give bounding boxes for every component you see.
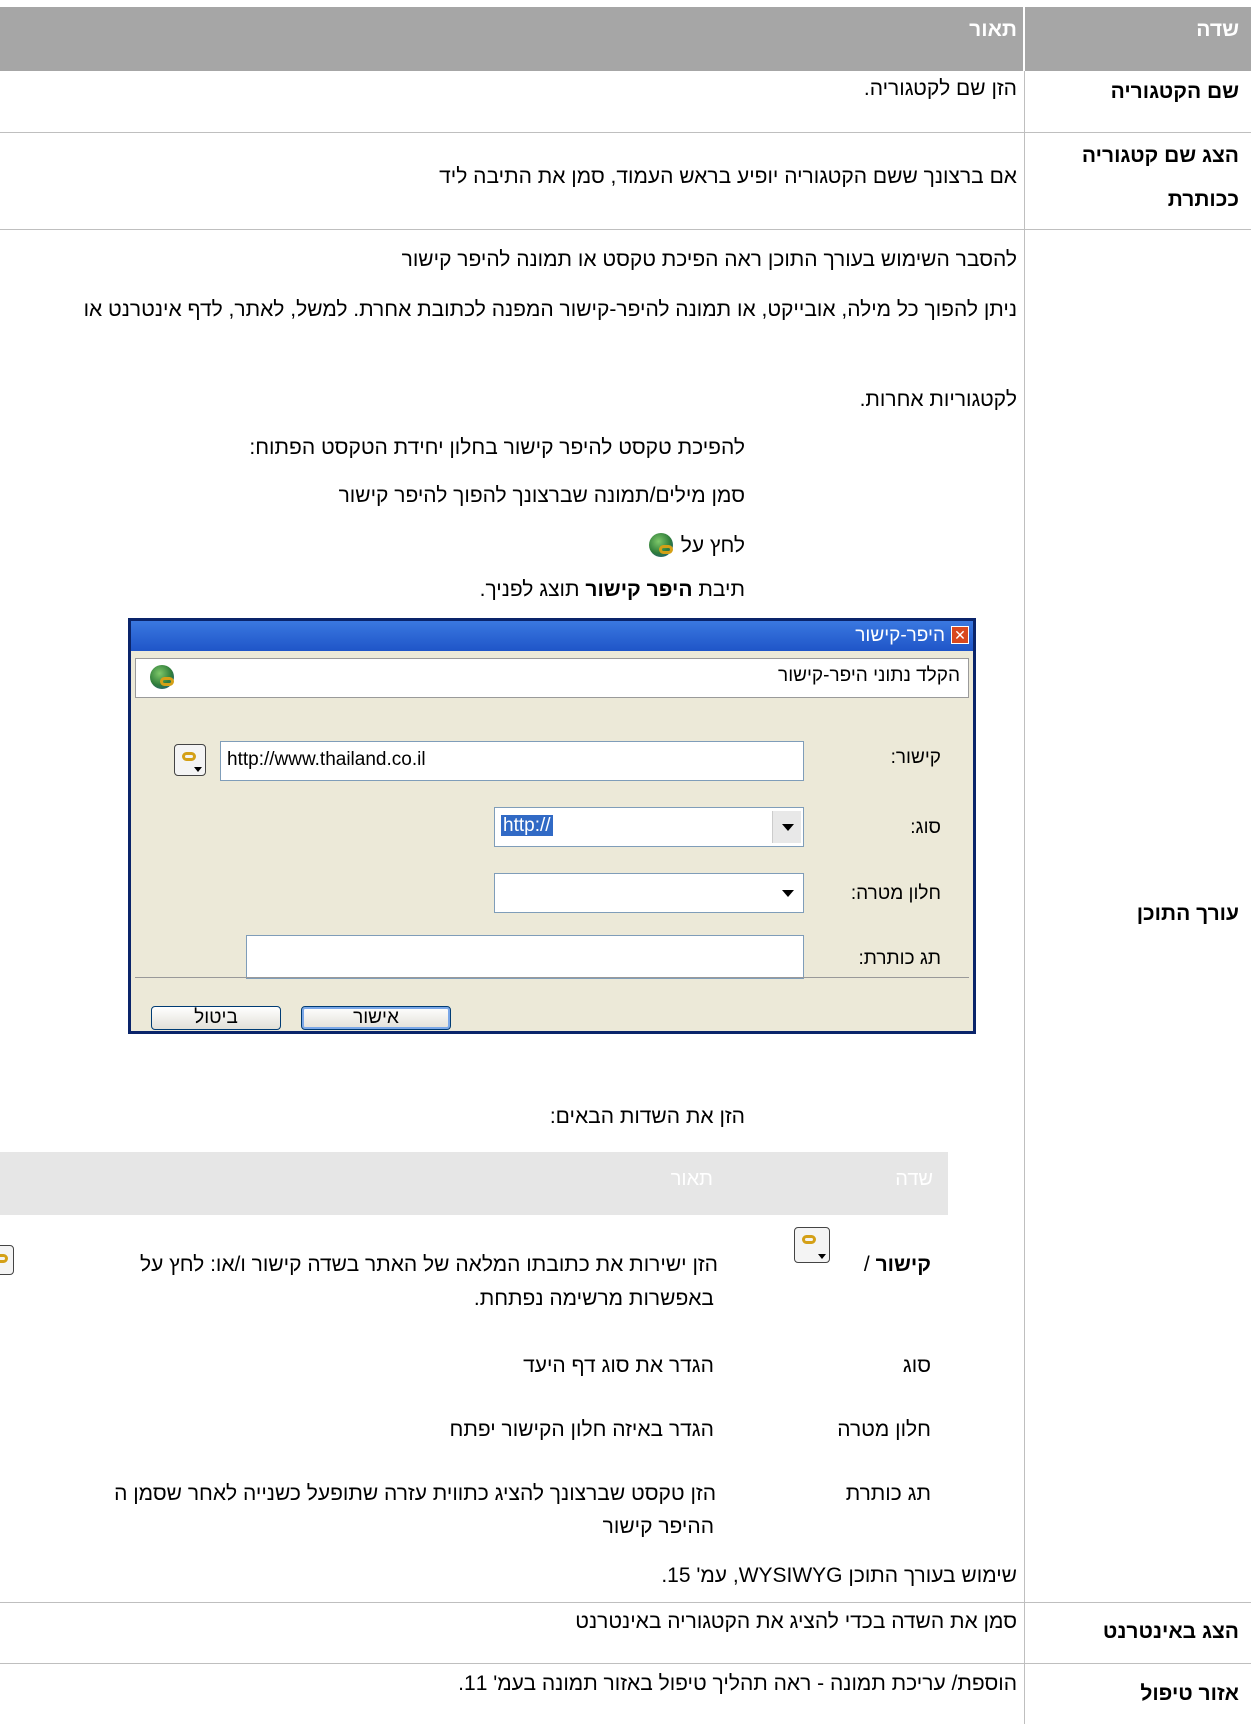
header-field: שדה — [1196, 18, 1239, 41]
row-label-content-editor: עורך התוכן — [1136, 902, 1239, 925]
dialog-subtitle: הקלד נתוני היפר-קישור — [778, 665, 960, 686]
type-select[interactable]: http:// — [494, 807, 804, 847]
row-desc-handling-area: הוספת/ עריכת תמונה - ראה תהליך טיפול באז… — [458, 1672, 1017, 1695]
editor-step3-pre: תיבת — [698, 578, 745, 601]
dialog-separator — [135, 977, 969, 978]
table-header: תאור — [0, 7, 1023, 71]
row-desc-category-name: הזן שם לקטגוריה. — [863, 77, 1017, 100]
hyperlink-globe-icon — [648, 533, 675, 559]
row-divider — [0, 229, 1251, 230]
tooltip-input[interactable] — [246, 935, 804, 979]
subtable-field-tooltip: תג כותרת — [845, 1482, 931, 1505]
editor-reference: שימוש בעורך התוכן WYSIWYG, עמ' 15. — [661, 1564, 1017, 1587]
editor-step3-post: תוצג לפניך. — [479, 578, 580, 601]
dialog-subheader: הקלד נתוני היפר-קישור — [135, 658, 969, 698]
editor-fields-intro: הזן את השדות הבאים: — [549, 1105, 745, 1128]
subtable-header-description: תאור — [670, 1168, 713, 1190]
chevron-down-icon — [194, 767, 202, 772]
target-label: חלון מטרה: — [850, 883, 941, 904]
editor-step3-bold: היפר קישור — [585, 578, 693, 601]
target-select[interactable] — [494, 873, 804, 913]
subtable-header: שדה תאור — [0, 1152, 948, 1215]
subtable-field-link: קישור / — [864, 1249, 931, 1281]
table-header-field-cell: שדה — [1025, 7, 1251, 71]
subtable-desc-type: הגדר את סוג דף היעד — [523, 1354, 714, 1377]
hyperlink-dialog: ✕ היפר-קישור הקלד נתוני היפר-קישור קישור… — [128, 618, 976, 1034]
close-icon[interactable]: ✕ — [951, 626, 969, 644]
row-label-handling-area: אזור טיפול — [1140, 1682, 1239, 1705]
chevron-down-icon — [818, 1254, 826, 1259]
subtable-field-link-bold: קישור — [875, 1253, 931, 1276]
editor-step-intro: להפיכת טקסט להיפר קישור בחלון יחידת הטקס… — [249, 436, 745, 459]
link-picker-button-sample — [794, 1227, 830, 1263]
dialog-titlebar: ✕ היפר-קישור — [131, 621, 973, 651]
chain-link-icon — [182, 752, 196, 761]
row-label-show-title-line1: הצג שם קטגוריה — [1081, 144, 1239, 167]
cancel-button[interactable]: ביטול — [151, 1006, 281, 1030]
subtable-desc-link-line2: באפשרות מרשימה נפתחת. — [473, 1287, 714, 1310]
subtable-field-target: חלון מטרה — [837, 1418, 931, 1441]
editor-step2-text: לחץ על — [680, 534, 745, 557]
subtable-desc-target: הגדר באיזה חלון הקישור יפתח — [449, 1418, 714, 1441]
ok-button[interactable]: אישור — [301, 1006, 451, 1030]
row-divider — [0, 1602, 1251, 1603]
row-desc-show-title: אם ברצונך ששם הקטגוריה יופיע בראש העמוד,… — [439, 165, 1017, 188]
subtable-desc-link: הזן ישירות את כתובתו המלאה של האתר בשדה … — [139, 1253, 718, 1276]
type-label: סוג: — [910, 817, 941, 838]
link-picker-button[interactable] — [174, 744, 206, 776]
chevron-down-icon[interactable] — [772, 811, 801, 843]
row-divider — [0, 132, 1251, 133]
chain-link-icon — [0, 1254, 8, 1263]
editor-para2: ניתן להפוך כל מילה, אובייקט, או תמונה לה… — [83, 298, 1017, 321]
header-description: תאור — [969, 18, 1017, 41]
dialog-title: היפר-קישור — [855, 625, 945, 646]
editor-step1: סמן מילים/תמונה שברצונך להפוך להיפר קישו… — [338, 484, 745, 507]
tooltip-label: תג כותרת: — [858, 948, 941, 969]
row-label-show-internet: הצג באינטרנט — [1102, 1620, 1239, 1643]
editor-para3: לקטגוריות אחרות. — [859, 388, 1017, 411]
editor-step3: תיבת היפר קישור תוצג לפניך. — [480, 574, 745, 606]
subtable-desc-tooltip-line2: ההיפר קישור — [602, 1515, 714, 1538]
subtable-field-link-rest: / — [863, 1253, 876, 1276]
subtable-field-type: סוג — [902, 1354, 931, 1377]
globe-icon — [150, 665, 176, 691]
type-value: http:// — [501, 815, 553, 836]
row-divider — [0, 1663, 1251, 1664]
editor-para1: להסבר השימוש בעורך התוכן ראה הפיכת טקסט … — [401, 248, 1017, 271]
link-input[interactable]: http://www.thailand.co.il — [220, 741, 804, 781]
row-desc-show-internet: סמן את השדה בכדי להציג את הקטגוריה באינט… — [575, 1610, 1017, 1633]
row-label-show-title: הצג שם קטגוריה ככותרת — [1024, 134, 1239, 222]
chevron-down-icon[interactable] — [773, 877, 801, 909]
link-label: קישור: — [890, 747, 941, 768]
chain-link-icon — [802, 1235, 816, 1244]
link-picker-button-edge — [0, 1245, 14, 1275]
subtable-desc-tooltip: הזן טקסט שברצונך להציג כתווית עזרה שתופע… — [114, 1482, 716, 1505]
row-label-category-name: שם הקטגוריה — [1110, 80, 1239, 103]
subtable-header-field: שדה — [895, 1168, 933, 1190]
editor-step2: לחץ על — [648, 530, 745, 562]
row-label-show-title-line2: ככותרת — [1167, 188, 1239, 211]
